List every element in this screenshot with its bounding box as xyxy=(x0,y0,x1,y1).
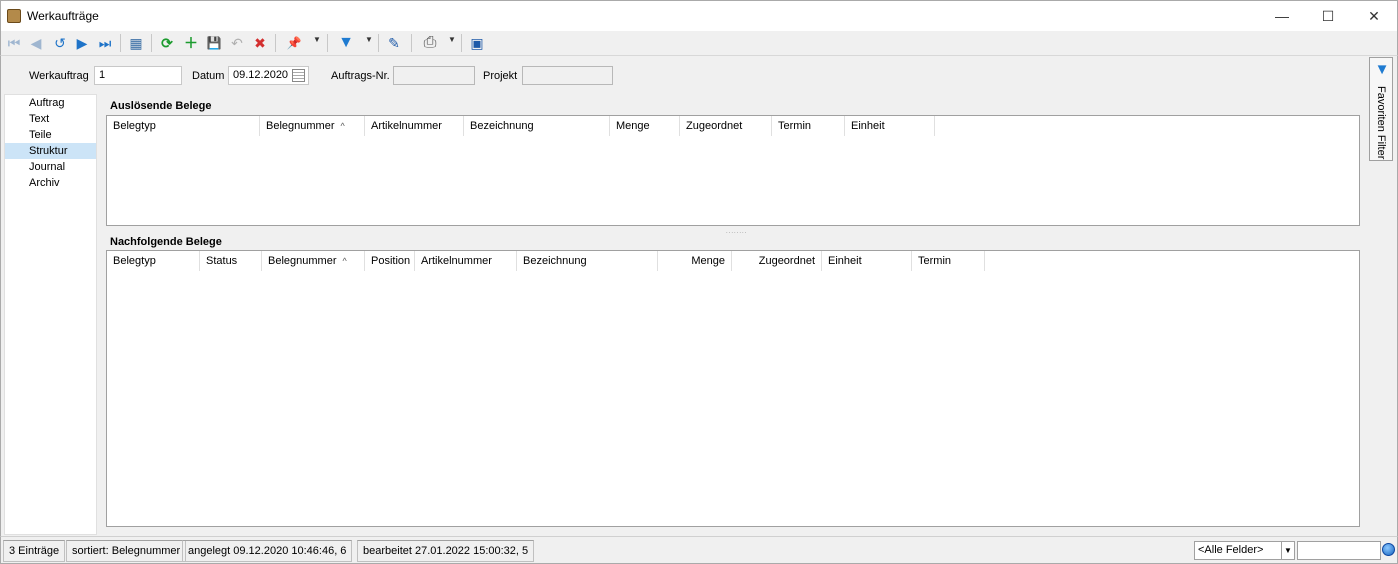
nachfolgende-belege-grid[interactable]: Belegtyp Status Belegnummer ^ Position Ar… xyxy=(106,250,1360,527)
column-header[interactable]: Belegnummer ^ xyxy=(262,251,365,271)
column-header[interactable]: Zugeordnet xyxy=(732,251,822,271)
pin-dropdown-icon[interactable]: ▼ xyxy=(313,35,321,44)
calendar-icon[interactable] xyxy=(292,69,305,82)
column-header[interactable]: Position xyxy=(365,251,415,271)
column-header[interactable]: Artikelnummer xyxy=(365,116,464,136)
filter-dropdown-icon[interactable]: ▼ xyxy=(365,35,373,44)
filter-icon: ▼ xyxy=(1374,61,1390,78)
column-header[interactable]: Belegtyp xyxy=(107,251,200,271)
status-created: angelegt 09.12.2020 10:46:46, 6 xyxy=(182,540,353,562)
sort-ascending-icon: ^ xyxy=(340,121,345,131)
splitter-handle[interactable]: ........ xyxy=(726,229,747,235)
toolbar-separator xyxy=(411,34,412,52)
info-icon[interactable]: ▣ xyxy=(468,34,486,52)
werkauftrag-field[interactable]: 1 xyxy=(94,66,182,85)
search-go-icon[interactable] xyxy=(1382,543,1395,556)
toolbar-separator xyxy=(151,34,152,52)
toolbar-separator xyxy=(378,34,379,52)
delete-icon[interactable]: ✖ xyxy=(251,34,269,52)
favoriten-filter-label: Favoriten Filter xyxy=(1375,86,1387,160)
werkauftrag-label: Werkauftrag xyxy=(29,70,89,82)
toolbar-separator xyxy=(461,34,462,52)
search-input[interactable] xyxy=(1297,541,1381,560)
toolbar-separator xyxy=(327,34,328,52)
column-header[interactable]: Menge xyxy=(658,251,732,271)
auftragsnr-field[interactable] xyxy=(393,66,475,85)
window-title: Werkaufträge xyxy=(27,9,99,23)
app-icon xyxy=(7,9,21,23)
auftragsnr-label: Auftrags-Nr. xyxy=(331,70,390,82)
nachfolgende-belege-title: Nachfolgende Belege xyxy=(110,236,222,248)
toolbar: ⏮ ◀ ↺ ▶ ⏭ ▦ ⟳ ＋ 💾 ↶ ✖ 📌 ▼ ▼ ▼ ✎ ⎙ ▼ ▣ xyxy=(0,31,1398,55)
column-header[interactable]: Belegtyp xyxy=(107,116,260,136)
column-header[interactable]: Einheit xyxy=(822,251,912,271)
minimize-button[interactable]: — xyxy=(1259,1,1305,31)
toolbar-separator xyxy=(275,34,276,52)
reset-icon[interactable]: ↺ xyxy=(51,34,69,52)
datum-value: 09.12.2020 xyxy=(233,69,289,81)
column-header[interactable]: Status xyxy=(200,251,262,271)
new-record-icon[interactable]: ＋ xyxy=(182,34,200,52)
last-record-icon[interactable]: ⏭ xyxy=(96,34,114,52)
status-entry-count: 3 Einträge xyxy=(3,540,66,562)
grid-view-icon[interactable]: ▦ xyxy=(127,34,145,52)
column-header[interactable]: Zugeordnet xyxy=(680,116,772,136)
nav-item-auftrag[interactable]: Auftrag xyxy=(5,95,96,111)
navigation-list: Auftrag Text Teile Struktur Journal Arch… xyxy=(4,94,97,535)
chevron-down-icon[interactable]: ▼ xyxy=(1281,541,1295,560)
datum-field[interactable]: 09.12.2020 xyxy=(228,66,309,85)
sort-ascending-icon: ^ xyxy=(342,256,347,266)
status-sorted: sortiert: Belegnummer xyxy=(66,540,187,562)
column-header[interactable]: Einheit xyxy=(845,116,935,136)
column-header[interactable]: Menge xyxy=(610,116,680,136)
status-edited: bearbeitet 27.01.2022 15:00:32, 5 xyxy=(357,540,535,562)
nav-item-text[interactable]: Text xyxy=(5,111,96,127)
pin-icon[interactable]: 📌 xyxy=(285,34,303,52)
column-header[interactable]: Artikelnummer xyxy=(415,251,517,271)
nav-item-struktur[interactable]: Struktur xyxy=(5,143,96,159)
save-icon[interactable]: 💾 xyxy=(205,34,223,52)
close-button[interactable]: ✕ xyxy=(1351,1,1397,31)
undo-icon[interactable]: ↶ xyxy=(228,34,246,52)
nav-item-journal[interactable]: Journal xyxy=(5,159,96,175)
column-header[interactable]: Termin xyxy=(772,116,845,136)
previous-record-icon[interactable]: ◀ xyxy=(27,34,45,52)
column-header-label: Belegnummer xyxy=(268,255,337,267)
first-record-icon[interactable]: ⏮ xyxy=(5,34,23,52)
ausloesende-belege-title: Auslösende Belege xyxy=(110,100,212,112)
title-bar: Werkaufträge — ☐ ✕ xyxy=(0,0,1398,31)
status-bar: 3 Einträge sortiert: Belegnummer angeleg… xyxy=(0,536,1398,564)
column-header[interactable]: Termin xyxy=(912,251,985,271)
refresh-icon[interactable]: ⟳ xyxy=(158,34,176,52)
datum-label: Datum xyxy=(192,70,225,82)
projekt-field[interactable] xyxy=(522,66,613,85)
nav-item-teile[interactable]: Teile xyxy=(5,127,96,143)
maximize-button[interactable]: ☐ xyxy=(1305,1,1351,31)
print-dropdown-icon[interactable]: ▼ xyxy=(448,35,456,44)
search-field-select[interactable]: <Alle Felder> xyxy=(1194,541,1282,560)
print-icon[interactable]: ⎙ xyxy=(421,34,439,52)
column-header[interactable]: Belegnummer ^ xyxy=(260,116,365,136)
filter-icon[interactable]: ▼ xyxy=(337,34,355,52)
nav-item-archiv[interactable]: Archiv xyxy=(5,175,96,191)
ausloesende-belege-grid[interactable]: Belegtyp Belegnummer ^ Artikelnummer Beze… xyxy=(106,115,1360,226)
toolbar-separator xyxy=(120,34,121,52)
column-header[interactable]: Bezeichnung xyxy=(517,251,658,271)
column-header[interactable]: Bezeichnung xyxy=(464,116,610,136)
next-record-icon[interactable]: ▶ xyxy=(73,34,91,52)
projekt-label: Projekt xyxy=(483,70,518,82)
column-header-label: Belegnummer xyxy=(266,120,335,132)
favoriten-filter-tab[interactable]: ▼ Favoriten Filter xyxy=(1369,57,1393,161)
edit-icon[interactable]: ✎ xyxy=(385,34,403,52)
